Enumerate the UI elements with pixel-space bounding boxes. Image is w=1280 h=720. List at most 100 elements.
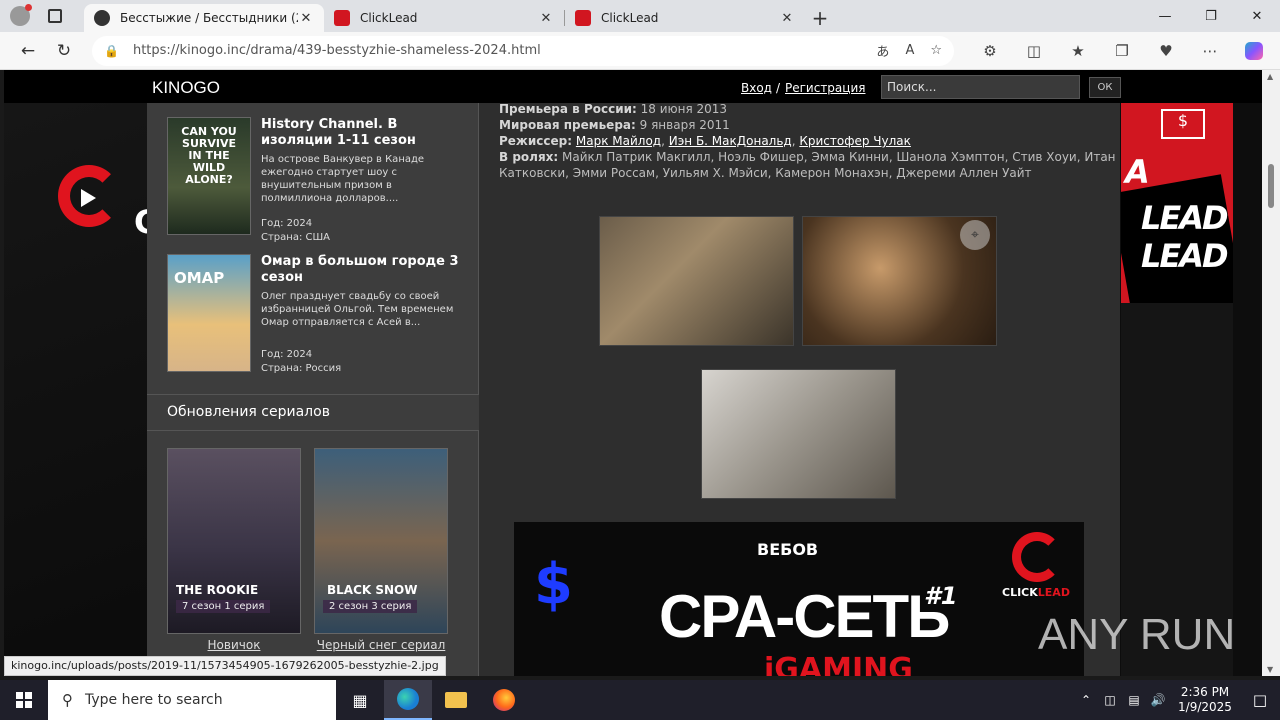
sidebar-item[interactable]: CAN YOU SURVIVE IN THE WILD ALONE? Histo… — [167, 117, 467, 247]
play-triangle-icon — [81, 189, 96, 207]
register-link[interactable]: Регистрация — [785, 81, 865, 95]
search-button[interactable]: ОК — [1089, 77, 1121, 98]
poster-image[interactable]: THE ROOKIE 7 сезон 1 серия — [167, 448, 301, 634]
clicklead-banner-ad[interactable]: $ ВЕБОВ CPA-СЕТЬ #1 CLICKLEAD iGAMING — [514, 522, 1084, 676]
url-field[interactable]: 🔒 https://kinogo.inc/drama/439-besstyzhi… — [92, 35, 954, 66]
taskbar: ⚲ Type here to search ▦ ⌃ ◫ ▤ 🔊 2:36 PM … — [0, 680, 1280, 720]
directors: Режиссер: Марк Майлод, Иэн Б. МакДональд… — [499, 134, 911, 148]
favorite-star-icon[interactable]: ☆ — [930, 43, 942, 58]
login-link[interactable]: Вход — [741, 81, 772, 95]
scroll-thumb[interactable] — [1268, 164, 1274, 208]
ad-letter: A — [1125, 153, 1150, 191]
close-window-button[interactable]: ✕ — [1234, 0, 1280, 32]
back-arrow-icon[interactable]: ← — [10, 36, 46, 66]
copilot-icon[interactable] — [1232, 41, 1276, 60]
new-tab-button[interactable]: + — [805, 4, 835, 32]
director-link[interactable]: Кристофер Чулак — [799, 134, 911, 148]
update-card[interactable]: BLACK SNOW 2 сезон 3 серия Черный снег с… — [314, 448, 448, 652]
network-icon[interactable]: ▤ — [1122, 693, 1146, 707]
visual-search-icon[interactable]: ⌖ — [960, 220, 990, 250]
refresh-icon[interactable]: ↻ — [46, 36, 82, 66]
item-title[interactable]: Омар в большом городе 3 сезон — [261, 254, 466, 286]
minimize-button[interactable]: — — [1142, 0, 1188, 32]
search-input[interactable]: Поиск... — [881, 75, 1080, 99]
profile-icon[interactable] — [10, 4, 32, 26]
banner-brand: CLICKLEAD — [1002, 586, 1070, 599]
tab-clicklead-1[interactable]: ClickLead ✕ — [324, 4, 564, 32]
sidebar-item[interactable]: ОМАР Омар в большом городе 3 сезон Олег … — [167, 254, 467, 384]
login-separator: / — [776, 81, 781, 95]
poster-image[interactable]: ОМАР — [167, 254, 251, 372]
volume-icon[interactable]: 🔊 — [1146, 693, 1170, 707]
main-content: Премьера в России: 18 июня 2013 Мировая … — [479, 102, 1120, 676]
left-background-ad[interactable]: C — [4, 103, 157, 676]
battery-icon[interactable]: ◫ — [1098, 693, 1122, 707]
read-aloud-icon[interactable]: A — [905, 43, 914, 58]
update-card[interactable]: THE ROOKIE 7 сезон 1 серия Новичок — [167, 448, 301, 652]
performance-icon[interactable]: ♥ — [1144, 42, 1188, 60]
address-bar: ← ↻ 🔒 https://kinogo.inc/drama/439-besst… — [0, 32, 1280, 70]
item-description: На острове Ванкувер в Канаде ежегодно ст… — [261, 154, 425, 204]
episode-badge: 7 сезон 1 серия — [176, 600, 271, 613]
extensions-icon[interactable]: ⚙ — [968, 42, 1012, 60]
banner-number: #1 — [924, 582, 958, 610]
clicklead-logo-icon — [1012, 532, 1062, 582]
card-label[interactable]: Новичок — [167, 638, 301, 652]
close-tab-icon[interactable]: ✕ — [779, 11, 795, 26]
poster-title: BLACK SNOW — [327, 583, 418, 597]
director-label: Режиссер: — [499, 134, 573, 148]
file-explorer-icon[interactable] — [432, 680, 480, 720]
windows-start-icon[interactable] — [0, 680, 48, 720]
premiere-world-label: Мировая премьера: — [499, 118, 636, 132]
tab-actions-icon[interactable] — [48, 9, 62, 23]
poster-image[interactable]: CAN YOU SURVIVE IN THE WILD ALONE? — [167, 117, 251, 235]
banner-title: CPA-СЕТЬ — [659, 583, 950, 650]
screenshot-image[interactable] — [599, 216, 794, 346]
sidebar: CAN YOU SURVIVE IN THE WILD ALONE? Histo… — [147, 103, 479, 676]
item-description: Олег празднует свадьбу со своей избранни… — [261, 291, 454, 328]
director-link[interactable]: Иэн Б. МакДональд — [669, 134, 792, 148]
tab-clicklead-2[interactable]: ClickLead ✕ — [565, 4, 805, 32]
tab-bar-left — [0, 0, 84, 32]
clock-time: 2:36 PM — [1180, 685, 1230, 699]
ad-text: LEAD — [1141, 237, 1229, 275]
notification-icon[interactable]: □ — [1240, 691, 1280, 709]
kinogo-favicon-icon — [94, 10, 110, 26]
split-screen-icon[interactable]: ◫ — [1012, 42, 1056, 60]
chevron-up-icon[interactable]: ⌃ — [1074, 693, 1098, 707]
more-menu-icon[interactable]: ⋯ — [1188, 42, 1232, 60]
right-side-ad[interactable]: $ A LEAD LEAD — [1121, 103, 1233, 303]
scroll-down-icon[interactable]: ▼ — [1267, 665, 1273, 674]
site-logo[interactable]: KINOGO — [152, 78, 220, 98]
collections-icon[interactable]: ❐ — [1100, 42, 1144, 60]
site-header: KINOGO Вход / Регистрация Поиск... ОК — [4, 70, 1262, 103]
page-scrollbar[interactable]: ▲ ▼ — [1262, 70, 1280, 676]
tab-kinogo[interactable]: Бесстыжие / Бесстыдники (2011 ✕ — [84, 4, 324, 32]
browser-toolbar: ⚙ ◫ ★ ❐ ♥ ⋯ — [968, 41, 1276, 60]
dollar-icon: $ — [534, 552, 573, 617]
restore-button[interactable]: ❐ — [1188, 0, 1234, 32]
scroll-up-icon[interactable]: ▲ — [1267, 72, 1273, 81]
director-link[interactable]: Марк Майлод — [576, 134, 661, 148]
item-title[interactable]: History Channel. В изоляции 1-11 сезон — [261, 117, 466, 149]
translate-icon[interactable]: あ — [876, 41, 889, 60]
lock-icon[interactable]: 🔒 — [104, 44, 119, 58]
firefox-icon[interactable] — [480, 680, 528, 720]
cast-line-1: Майкл Патрик Макгилл, Ноэль Фишер, Эмма … — [562, 150, 1116, 164]
clock[interactable]: 2:36 PM 1/9/2025 — [1170, 685, 1240, 715]
close-tab-icon[interactable]: ✕ — [538, 11, 554, 26]
item-year: Год: 2024 — [261, 349, 313, 360]
poster-image[interactable]: BLACK SNOW 2 сезон 3 серия — [314, 448, 448, 634]
card-label[interactable]: Черный снег сериал — [314, 638, 448, 652]
item-country: Страна: США — [261, 232, 331, 243]
taskbar-search[interactable]: ⚲ Type here to search — [48, 680, 336, 720]
taskbar-search-text: Type here to search — [85, 692, 223, 708]
tab-bar: Бесстыжие / Бесстыдники (2011 ✕ ClickLea… — [0, 0, 1280, 32]
screenshot-image[interactable] — [701, 369, 896, 499]
close-tab-icon[interactable]: ✕ — [298, 11, 314, 26]
task-view-icon[interactable]: ▦ — [336, 680, 384, 720]
edge-icon[interactable] — [384, 680, 432, 720]
clicklead-favicon-icon — [334, 10, 350, 26]
cast-cont: Катковски, Эмми Россам, Уильям Х. Мэйси,… — [499, 165, 1032, 181]
favorites-icon[interactable]: ★ — [1056, 42, 1100, 60]
